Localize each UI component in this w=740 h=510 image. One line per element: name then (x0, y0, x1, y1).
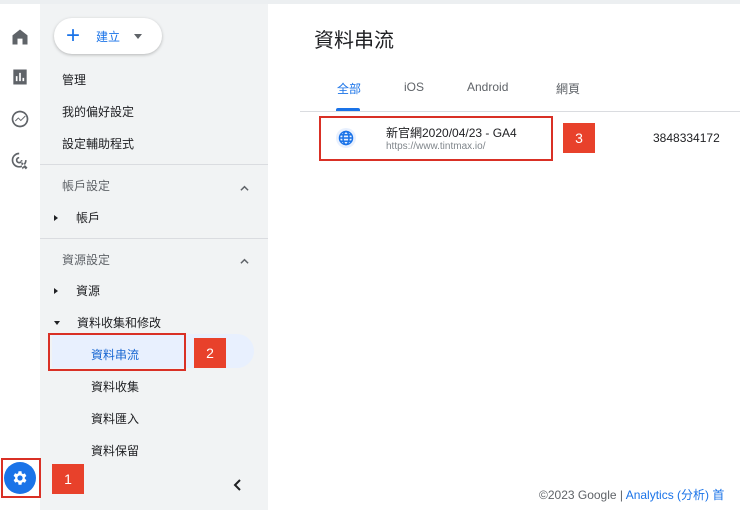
stream-id: 3848334172 (653, 131, 720, 145)
tab-ios[interactable]: iOS (404, 80, 424, 94)
annotation-box-2 (48, 333, 186, 371)
chevron-up-icon[interactable] (240, 180, 249, 191)
data-collection-label: 資料收集和修改 (77, 316, 162, 330)
sidebar-item-data-retention[interactable]: 資料保留 (91, 442, 139, 459)
explore-icon[interactable] (9, 108, 31, 130)
setup-assistant-link[interactable]: 設定輔助程式 (62, 135, 134, 152)
property-tree-item[interactable]: 資源 (54, 282, 100, 299)
data-collection-tree-item[interactable]: 資料收集和修改 (54, 314, 161, 331)
property-label: 資源 (76, 284, 101, 298)
tab-all[interactable]: 全部 (337, 80, 361, 97)
tabs-divider (300, 111, 740, 112)
collapse-arrow-icon (54, 320, 60, 325)
admin-link[interactable]: 管理 (62, 71, 86, 88)
collapse-sidebar-icon[interactable] (232, 478, 248, 496)
divider (40, 164, 268, 165)
annotation-badge-1: 1 (52, 464, 84, 494)
footer: ©2023 Google | Analytics (分析) 首 (539, 486, 724, 503)
advertising-icon[interactable] (9, 150, 31, 172)
footer-analytics-link[interactable]: Analytics (分析) 首 (626, 488, 725, 502)
account-tree-item[interactable]: 帳戶 (54, 209, 100, 226)
account-label: 帳戶 (76, 211, 101, 225)
page-title: 資料串流 (314, 30, 394, 52)
nav-rail (0, 4, 40, 510)
tab-web[interactable]: 網頁 (556, 80, 580, 97)
annotation-badge-2: 2 (194, 338, 226, 368)
admin-sidebar: + 建立 管理 我的偏好設定 設定輔助程式 帳戶設定 帳戶 資源設定 資源 資料… (40, 4, 268, 510)
annotation-box-1 (1, 458, 41, 498)
expand-arrow-icon (54, 214, 58, 221)
annotation-box-3 (319, 116, 553, 161)
home-icon[interactable] (9, 26, 31, 48)
property-settings-heading: 資源設定 (62, 253, 111, 267)
divider (40, 238, 268, 239)
create-button[interactable]: + 建立 (54, 18, 162, 54)
create-label: 建立 (96, 29, 121, 44)
account-settings-heading: 帳戶設定 (62, 179, 111, 193)
tab-android[interactable]: Android (467, 80, 508, 94)
preferences-link[interactable]: 我的偏好設定 (62, 103, 134, 120)
plus-icon: + (66, 22, 81, 49)
expand-arrow-icon (54, 287, 58, 294)
caret-down-icon (134, 33, 143, 39)
annotation-badge-3: 3 (563, 123, 595, 153)
sidebar-item-data-import[interactable]: 資料匯入 (91, 410, 139, 427)
sidebar-item-data-collection[interactable]: 資料收集 (91, 378, 139, 395)
footer-copyright: ©2023 Google | (539, 488, 626, 502)
reports-icon[interactable] (9, 66, 31, 88)
chevron-up-icon[interactable] (240, 253, 249, 264)
